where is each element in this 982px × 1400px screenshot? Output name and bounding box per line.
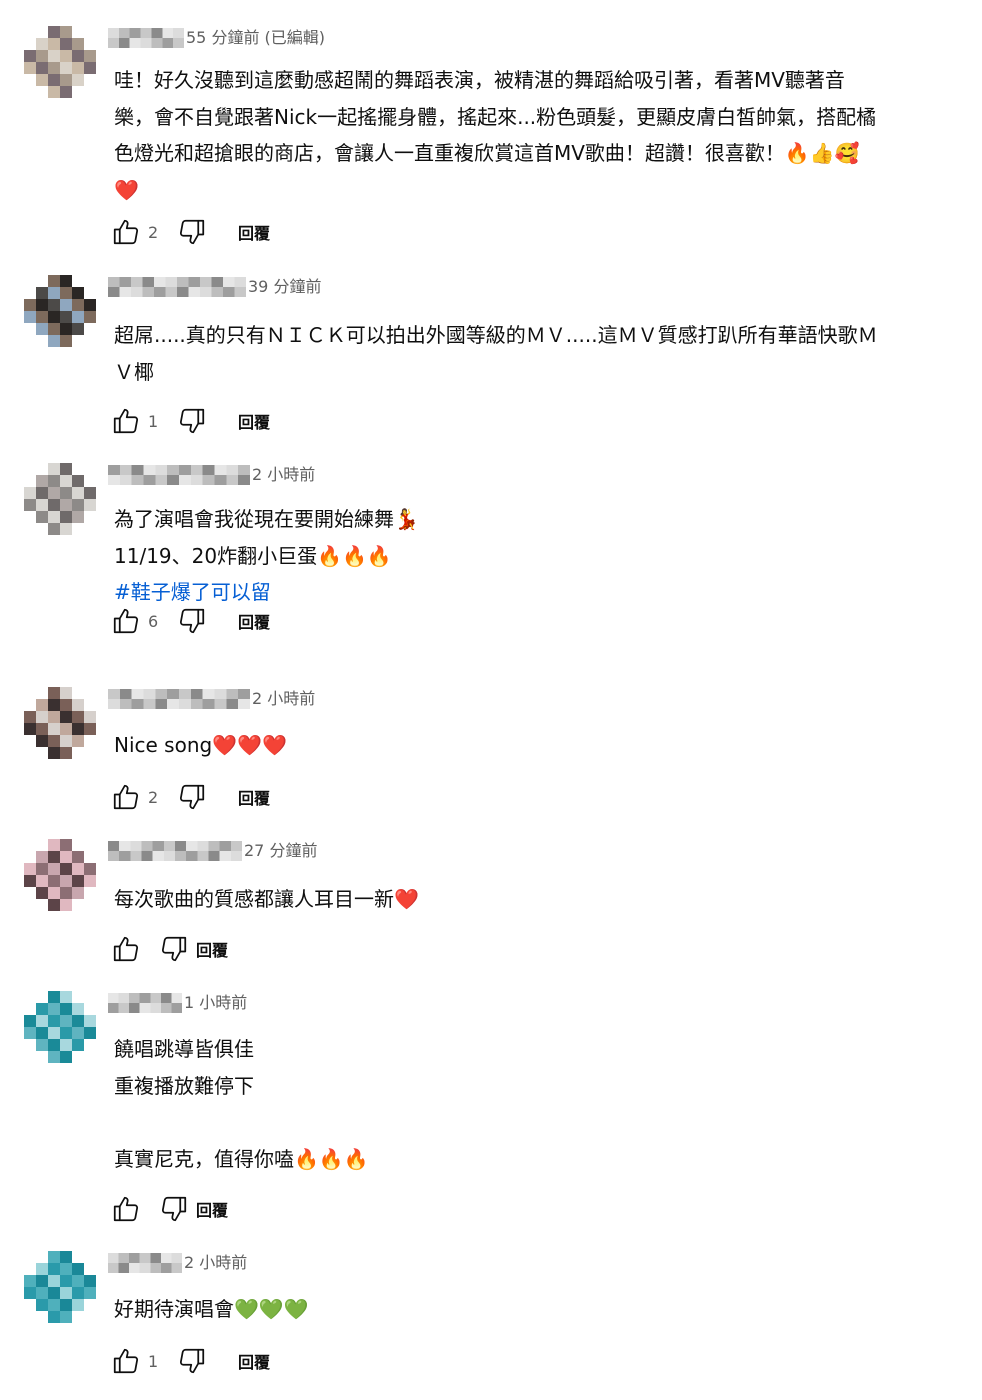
comment-line: 為了演唱會我從現在要開始練舞💃 [114, 507, 419, 531]
thumbs-down-icon[interactable] [176, 405, 208, 437]
thumbs-up-icon[interactable] [110, 605, 142, 637]
comment-line [114, 1104, 954, 1141]
comment-line: 11/19、20炸翻小巨蛋🔥🔥🔥 [114, 543, 392, 568]
thumbs-down-icon[interactable] [158, 1193, 190, 1225]
reply-button[interactable]: 回覆 [238, 1349, 270, 1373]
like-count: 6 [148, 611, 159, 631]
comment-text: Nice song❤️❤️❤️ [114, 727, 954, 764]
comment-line: Ｖ椰 [114, 359, 154, 384]
username-blurred[interactable] [108, 993, 182, 1013]
thumbs-down-icon[interactable] [176, 781, 208, 813]
like-count: 1 [148, 411, 159, 431]
reply-button[interactable]: 回覆 [238, 409, 270, 433]
comment-actions: 6 回覆 [110, 605, 270, 637]
thumbs-down-icon[interactable] [158, 933, 190, 965]
username-blurred[interactable] [108, 465, 250, 485]
comment-timestamp[interactable]: 27 分鐘前 [244, 841, 317, 861]
thumbs-down-icon[interactable] [176, 605, 208, 637]
comment-text: 為了演唱會我從現在要開始練舞💃 11/19、20炸翻小巨蛋🔥🔥🔥 #鞋子爆了可以留 [114, 501, 954, 611]
comment-line: 好期待演唱會💚💚💚 [114, 1297, 309, 1321]
comment-timestamp[interactable]: 2 小時前 [252, 689, 315, 709]
username-blurred[interactable] [108, 28, 184, 48]
thumbs-up-icon[interactable] [110, 216, 142, 248]
like-count: 2 [148, 222, 159, 242]
avatar[interactable] [24, 275, 96, 347]
comment-line: 樂，會不自覺跟著Nick一起搖擺身體，搖起來...粉色頭髮，更顯皮膚白皙帥氣，搭… [114, 104, 877, 129]
comment-timestamp[interactable]: 1 小時前 [184, 993, 247, 1013]
thumbs-down-icon[interactable] [176, 1345, 208, 1377]
comment-actions: 2 回覆 [110, 216, 270, 248]
avatar[interactable] [24, 991, 96, 1063]
comment-line: Nice song❤️❤️❤️ [114, 733, 287, 757]
comment-line: 哇！好久沒聽到這麼動感超鬧的舞蹈表演，被精湛的舞蹈給吸引著，看著MV聽著音 [114, 68, 845, 92]
reply-button[interactable]: 回覆 [238, 220, 270, 244]
comment-actions: 1 回覆 [110, 1345, 270, 1377]
comment-line: 重複播放難停下 [114, 1073, 254, 1098]
avatar[interactable] [24, 463, 96, 535]
comment-line: 饒唱跳導皆俱佳 [114, 1037, 254, 1061]
comment-actions: 回覆 [110, 1193, 228, 1225]
comment-line: 超屌.....真的只有ＮＩＣＫ可以拍出外國等級的ＭＶ.....這ＭＶ質感打趴所有… [114, 323, 878, 347]
comment-line: 色燈光和超搶眼的商店，會讓人一直重複欣賞這首MV歌曲！超讚！很喜歡！🔥👍🥰 [114, 141, 860, 165]
comment-line: 每次歌曲的質感都讓人耳目一新❤️ [114, 887, 419, 911]
comment-timestamp[interactable]: 55 分鐘前 (已編輯) [186, 28, 325, 48]
reply-button[interactable]: 回覆 [238, 609, 270, 633]
like-count: 2 [148, 787, 159, 807]
thumbs-up-icon[interactable] [110, 1345, 142, 1377]
avatar[interactable] [24, 26, 96, 98]
username-blurred[interactable] [108, 277, 246, 297]
comment-timestamp[interactable]: 2 小時前 [252, 465, 315, 485]
thumbs-up-icon[interactable] [110, 405, 142, 437]
reply-button[interactable]: 回覆 [238, 785, 270, 809]
comment-line: 真實尼克，值得你嗑🔥🔥🔥 [114, 1146, 369, 1171]
username-blurred[interactable] [108, 689, 250, 709]
reply-button[interactable]: 回覆 [196, 937, 228, 961]
comment-text: 哇！好久沒聽到這麼動感超鬧的舞蹈表演，被精湛的舞蹈給吸引著，看著MV聽著音樂，會… [114, 62, 954, 208]
thumbs-up-icon[interactable] [110, 1193, 142, 1225]
comment-actions: 1 回覆 [110, 405, 270, 437]
username-blurred[interactable] [108, 1253, 182, 1273]
like-count: 1 [148, 1351, 159, 1371]
comment-timestamp[interactable]: 39 分鐘前 [248, 277, 321, 297]
comment-text: 超屌.....真的只有ＮＩＣＫ可以拍出外國等級的ＭＶ.....這ＭＶ質感打趴所有… [114, 317, 954, 390]
comment-timestamp[interactable]: 2 小時前 [184, 1253, 247, 1273]
comment-text: 饒唱跳導皆俱佳 重複播放難停下 真實尼克，值得你嗑🔥🔥🔥 [114, 1031, 954, 1177]
avatar[interactable] [24, 687, 96, 759]
comment-text: 每次歌曲的質感都讓人耳目一新❤️ [114, 881, 954, 918]
comment-actions: 2 回覆 [110, 781, 270, 813]
thumbs-down-icon[interactable] [176, 216, 208, 248]
comment-actions: 回覆 [110, 933, 228, 965]
reply-button[interactable]: 回覆 [196, 1197, 228, 1221]
comment-text: 好期待演唱會💚💚💚 [114, 1291, 954, 1328]
username-blurred[interactable] [108, 841, 242, 861]
avatar[interactable] [24, 1251, 96, 1323]
avatar[interactable] [24, 839, 96, 911]
thumbs-up-icon[interactable] [110, 781, 142, 813]
thumbs-up-icon[interactable] [110, 933, 142, 965]
comment-line: ❤️ [114, 177, 139, 202]
